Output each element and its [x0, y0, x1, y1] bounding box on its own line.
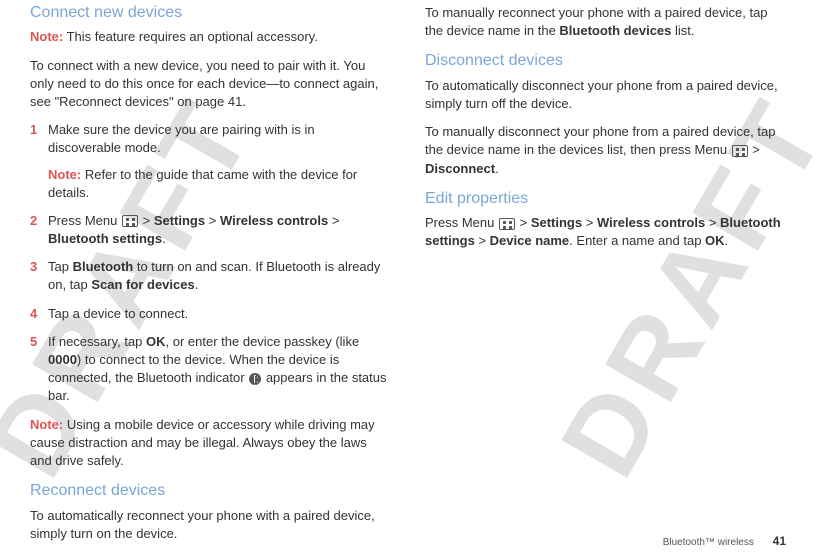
step-num: 4 — [30, 305, 37, 323]
note-label: Note: — [30, 29, 63, 44]
pre: Tap — [48, 259, 73, 274]
wireless-controls-label: Wireless controls — [597, 215, 705, 230]
step-num: 5 — [30, 333, 37, 351]
reconnect-auto-paragraph: To automatically reconnect your phone wi… — [30, 507, 391, 543]
note-text: Refer to the guide that came with the de… — [48, 167, 357, 200]
steps-list: 1 Make sure the device you are pairing w… — [30, 121, 391, 405]
step-text: Tap a device to connect. — [48, 306, 188, 321]
menu-icon — [499, 218, 515, 230]
pre: If necessary, tap — [48, 334, 146, 349]
device-name-label: Device name — [490, 233, 570, 248]
step-1-note: Note: Refer to the guide that came with … — [48, 166, 391, 202]
page-content: Connect new devices Note: This feature r… — [0, 0, 816, 553]
gt: > — [139, 213, 154, 228]
heading-disconnect: Disconnect devices — [425, 50, 786, 72]
bluetooth-settings-label: Bluetooth settings — [48, 231, 162, 246]
heading-connect: Connect new devices — [30, 2, 391, 24]
disconnect-manual-paragraph: To manually disconnect your phone from a… — [425, 123, 786, 178]
ok-label: OK — [146, 334, 166, 349]
step-num: 1 — [30, 121, 37, 139]
settings-label: Settings — [154, 213, 205, 228]
step-5: 5 If necessary, tap OK, or enter the dev… — [30, 333, 391, 406]
menu-icon — [122, 215, 138, 227]
step-4: 4 Tap a device to connect. — [30, 305, 391, 323]
bluetooth-devices-label: Bluetooth devices — [559, 23, 671, 38]
reconnect-manual-paragraph: To manually reconnect your phone with a … — [425, 4, 786, 40]
gt: > — [705, 215, 720, 230]
gt: > — [516, 215, 531, 230]
step-text-pre: Press Menu — [48, 213, 121, 228]
note-text: Using a mobile device or accessory while… — [30, 417, 375, 468]
gt: > — [582, 215, 597, 230]
bluetooth-icon — [249, 373, 261, 385]
right-column: To manually reconnect your phone with a … — [425, 0, 786, 553]
p3a: To manually disconnect your phone from a… — [425, 124, 775, 157]
passkey-label: 0000 — [48, 352, 77, 367]
ok-label: OK — [705, 233, 725, 248]
step-num: 2 — [30, 212, 37, 230]
step-1: 1 Make sure the device you are pairing w… — [30, 121, 391, 202]
menu-icon — [732, 145, 748, 157]
step-2: 2 Press Menu > Settings > Wireless contr… — [30, 212, 391, 248]
note-feature: Note: This feature requires an optional … — [30, 28, 391, 46]
disconnect-label: Disconnect — [425, 161, 495, 176]
heading-edit-properties: Edit properties — [425, 188, 786, 210]
gt: > — [205, 213, 220, 228]
bluetooth-label: Bluetooth — [73, 259, 134, 274]
gt: > — [328, 213, 339, 228]
step-num: 3 — [30, 258, 37, 276]
mid1: , or enter the device passkey (like — [166, 334, 360, 349]
p4a: Press Menu — [425, 215, 498, 230]
wireless-controls-label: Wireless controls — [220, 213, 328, 228]
end: . — [195, 277, 199, 292]
disconnect-auto-paragraph: To automatically disconnect your phone f… — [425, 77, 786, 113]
p1c: list. — [671, 23, 694, 38]
note-driving: Note: Using a mobile device or accessory… — [30, 416, 391, 471]
end: . — [162, 231, 166, 246]
gt: > — [475, 233, 490, 248]
note-label: Note: — [30, 417, 63, 432]
end: . — [725, 233, 729, 248]
left-column: Connect new devices Note: This feature r… — [30, 0, 391, 553]
intro-paragraph: To connect with a new device, you need t… — [30, 57, 391, 112]
step-3: 3 Tap Bluetooth to turn on and scan. If … — [30, 258, 391, 294]
scan-label: Scan for devices — [91, 277, 194, 292]
step-text: Make sure the device you are pairing wit… — [48, 122, 315, 155]
mid: . Enter a name and tap — [569, 233, 705, 248]
heading-reconnect: Reconnect devices — [30, 480, 391, 502]
end: . — [495, 161, 499, 176]
settings-label: Settings — [531, 215, 582, 230]
gt: > — [749, 142, 760, 157]
note-label: Note: — [48, 167, 81, 182]
edit-properties-paragraph: Press Menu > Settings > Wireless control… — [425, 214, 786, 250]
note-text: This feature requires an optional access… — [63, 29, 318, 44]
